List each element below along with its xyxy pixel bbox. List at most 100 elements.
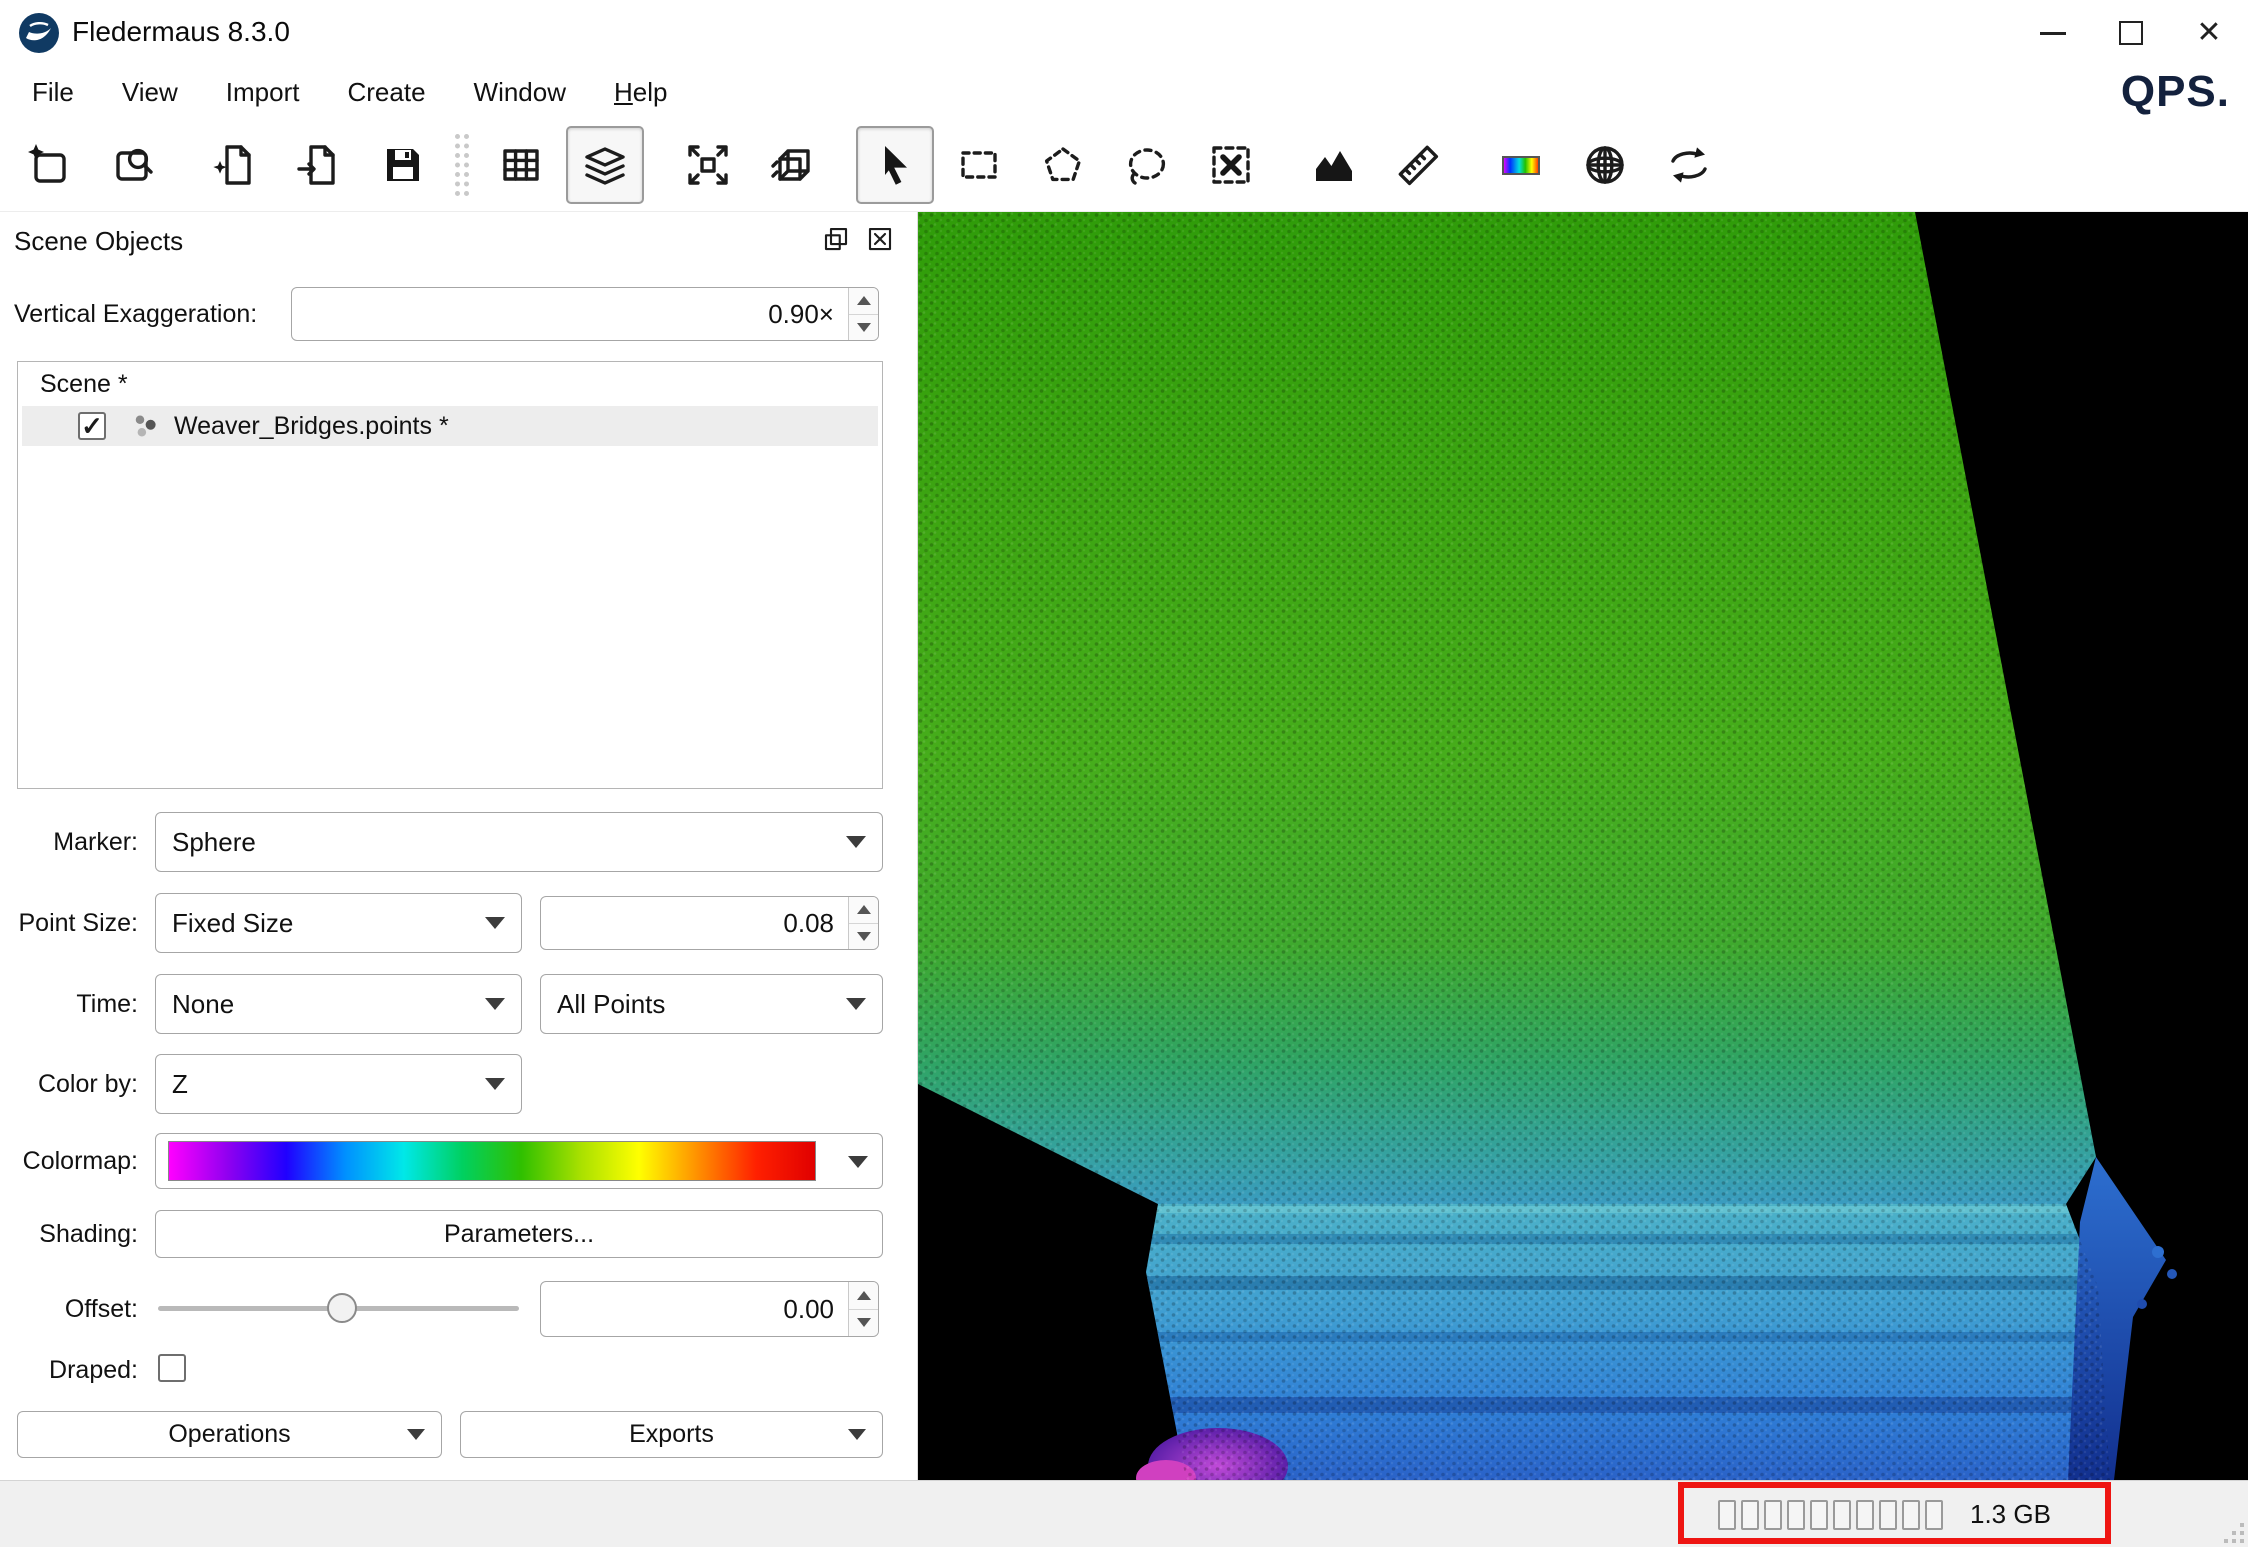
spin-down-icon[interactable] (849, 1310, 878, 1337)
color-by-select[interactable]: Z (155, 1054, 522, 1114)
exports-button[interactable]: Exports (460, 1411, 883, 1458)
maximize-button[interactable] (2092, 0, 2170, 66)
grid-view-button[interactable] (482, 126, 560, 204)
select-cursor-icon (871, 141, 919, 189)
menu-file[interactable]: File (8, 71, 98, 114)
status-bar: 1.3 GB (0, 1480, 2248, 1547)
marker-label: Marker: (0, 826, 138, 858)
bounding-cube-icon (768, 141, 816, 189)
marker-value: Sphere (156, 827, 256, 858)
menu-view[interactable]: View (98, 71, 202, 114)
colormap-icon (1497, 141, 1545, 189)
scene-tree[interactable]: Scene * ✓ Weaver_Bridges.points * (17, 361, 883, 789)
toolbar (0, 118, 2248, 212)
vertical-exaggeration-label: Vertical Exaggeration: (14, 298, 257, 330)
open-project-icon (108, 141, 156, 189)
offset-input[interactable]: 0.00 (540, 1281, 879, 1337)
new-project-button[interactable] (9, 126, 87, 204)
memory-segment (1902, 1500, 1920, 1530)
memory-segment (1879, 1500, 1897, 1530)
tree-item-label[interactable]: Weaver_Bridges.points * (174, 412, 449, 441)
offset-slider-handle[interactable] (327, 1293, 357, 1323)
menu-create[interactable]: Create (323, 71, 449, 114)
colormap-button[interactable] (1482, 126, 1560, 204)
memory-segment (1787, 1500, 1805, 1530)
menu-window[interactable]: Window (450, 71, 590, 114)
layers-button[interactable] (566, 126, 644, 204)
memory-segment (1810, 1500, 1828, 1530)
lasso-select-button[interactable] (1108, 126, 1186, 204)
menu-help-rest: elp (633, 77, 668, 107)
spin-up-icon[interactable] (849, 288, 878, 315)
offset-spinner[interactable] (848, 1282, 878, 1336)
open-project-button[interactable] (93, 126, 171, 204)
point-size-mode-select[interactable]: Fixed Size (155, 893, 522, 953)
colormap-select[interactable] (155, 1133, 883, 1189)
time-mode-select[interactable]: None (155, 974, 522, 1034)
time-label: Time: (0, 988, 138, 1020)
zoom-extents-button[interactable] (669, 126, 747, 204)
time-mode-value: None (156, 989, 234, 1020)
panel-title: Scene Objects (14, 226, 183, 257)
export-data-button[interactable] (280, 126, 358, 204)
chevron-down-icon (848, 1156, 868, 1168)
chevron-down-icon (485, 1078, 505, 1090)
rectangle-select-button[interactable] (940, 126, 1018, 204)
import-data-button[interactable] (196, 126, 274, 204)
rotate-view-icon (1665, 141, 1713, 189)
time-filter-select[interactable]: All Points (540, 974, 883, 1034)
select-cursor-button[interactable] (856, 126, 934, 204)
spin-up-icon[interactable] (849, 897, 878, 924)
spin-down-icon[interactable] (849, 924, 878, 950)
gridded-surface-button[interactable] (1566, 126, 1644, 204)
color-by-label: Color by: (0, 1068, 138, 1100)
toolbar-separator (455, 134, 469, 196)
shading-parameters-button[interactable]: Parameters... (155, 1210, 883, 1258)
minimize-button[interactable] (2014, 0, 2092, 66)
zoom-extents-icon (684, 141, 732, 189)
memory-usage-widget: 1.3 GB (1718, 1481, 2051, 1547)
vertical-exaggeration-input[interactable]: 0.90× (291, 287, 879, 341)
time-filter-value: All Points (541, 989, 665, 1020)
clear-selection-button[interactable] (1192, 126, 1270, 204)
resize-grip[interactable] (2240, 1539, 2244, 1543)
point-size-spinner[interactable] (848, 897, 878, 949)
memory-segment (1925, 1500, 1943, 1530)
tree-item-row[interactable]: ✓ Weaver_Bridges.points * (22, 406, 878, 446)
shading-parameters-label: Parameters... (444, 1220, 594, 1249)
offset-slider[interactable] (158, 1306, 519, 1311)
save-button[interactable] (364, 126, 442, 204)
polygon-select-button[interactable] (1024, 126, 1102, 204)
chevron-down-icon (407, 1429, 425, 1440)
operations-button[interactable]: Operations (17, 1411, 442, 1458)
tree-item-checkbox[interactable]: ✓ (78, 412, 106, 440)
maximize-icon (2119, 21, 2143, 45)
draped-checkbox[interactable] (158, 1354, 186, 1382)
measure-icon (1394, 141, 1442, 189)
offset-value: 0.00 (541, 1282, 848, 1336)
title-bar: Fledermaus 8.3.0 ✕ (0, 0, 2248, 66)
bounding-cube-button[interactable] (753, 126, 831, 204)
rectangle-select-icon (955, 141, 1003, 189)
close-icon: ✕ (2196, 18, 2221, 48)
close-panel-icon[interactable] (865, 224, 895, 254)
points-object-icon (130, 411, 160, 441)
rotate-view-button[interactable] (1650, 126, 1728, 204)
float-panel-icon[interactable] (821, 224, 851, 254)
scene-root-label[interactable]: Scene * (40, 370, 128, 399)
lasso-select-icon (1123, 141, 1171, 189)
point-size-input[interactable]: 0.08 (540, 896, 879, 950)
marker-select[interactable]: Sphere (155, 812, 883, 872)
menu-help[interactable]: Help (590, 71, 691, 114)
close-button[interactable]: ✕ (2170, 0, 2248, 66)
menu-help-accel: H (614, 77, 633, 107)
menu-import[interactable]: Import (202, 71, 324, 114)
spin-up-icon[interactable] (849, 1282, 878, 1310)
measure-button[interactable] (1379, 126, 1457, 204)
vertical-exaggeration-spinner[interactable] (848, 288, 878, 340)
viewport-3d[interactable] (918, 212, 2248, 1480)
profile-chart-button[interactable] (1295, 126, 1373, 204)
profile-chart-icon (1310, 141, 1358, 189)
spin-down-icon[interactable] (849, 315, 878, 341)
chevron-down-icon (485, 917, 505, 929)
